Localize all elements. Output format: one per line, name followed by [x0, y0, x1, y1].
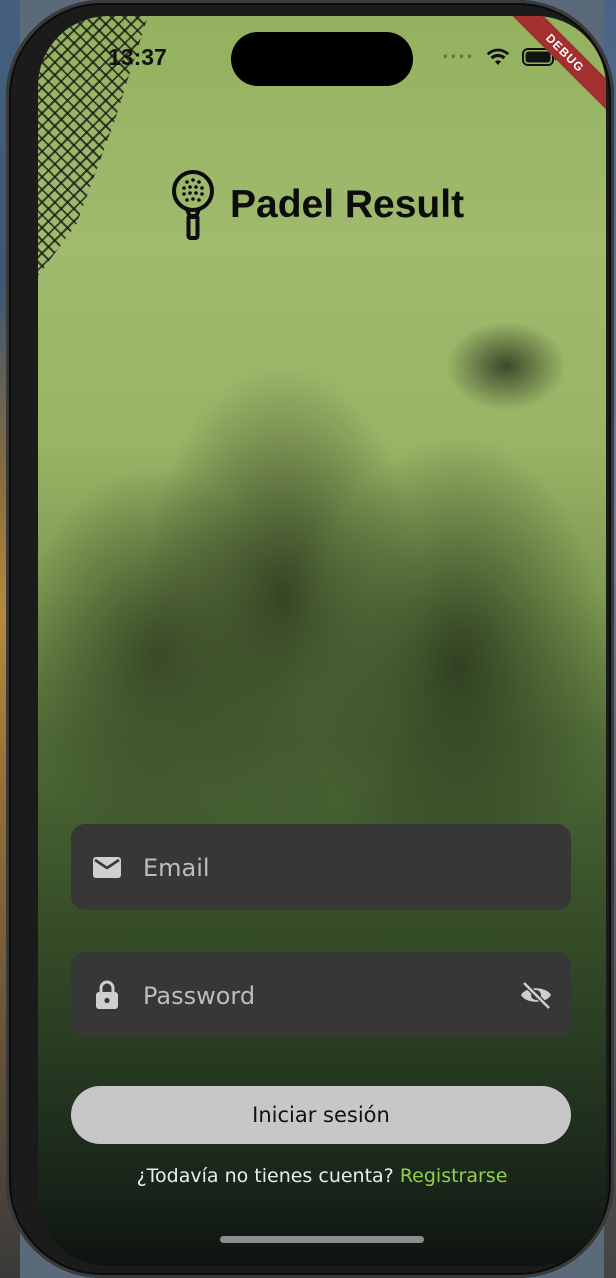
email-field-container[interactable] — [71, 824, 571, 912]
password-field-container[interactable] — [71, 952, 571, 1040]
padel-racket-icon — [172, 170, 214, 240]
password-input[interactable] — [141, 952, 505, 1040]
register-link[interactable]: Registrarse — [400, 1165, 508, 1187]
status-time: 13:37 — [108, 44, 167, 70]
register-prompt: ¿Todavía no tienes cuenta? Registrarse — [38, 1165, 606, 1187]
home-indicator[interactable] — [220, 1236, 424, 1243]
eye-off-icon[interactable] — [519, 979, 553, 1011]
phone-frame: 13:37 •••• DEBUG Padel Result Email Inic… — [6, 0, 614, 1278]
dynamic-island — [231, 32, 413, 86]
app-brand: Padel Result — [170, 170, 464, 240]
wifi-icon — [486, 48, 510, 65]
mail-icon — [93, 857, 121, 878]
app-title: Padel Result — [230, 183, 465, 226]
email-input[interactable] — [141, 824, 505, 912]
cellular-dots-icon: •••• — [441, 50, 474, 64]
status-indicators: •••• — [442, 48, 558, 66]
login-button[interactable]: Iniciar sesión — [71, 1086, 571, 1144]
lock-icon — [96, 980, 118, 1009]
register-prompt-text: ¿Todavía no tienes cuenta? — [136, 1165, 394, 1187]
app-screen: 13:37 •••• DEBUG Padel Result Email Inic… — [38, 16, 606, 1266]
